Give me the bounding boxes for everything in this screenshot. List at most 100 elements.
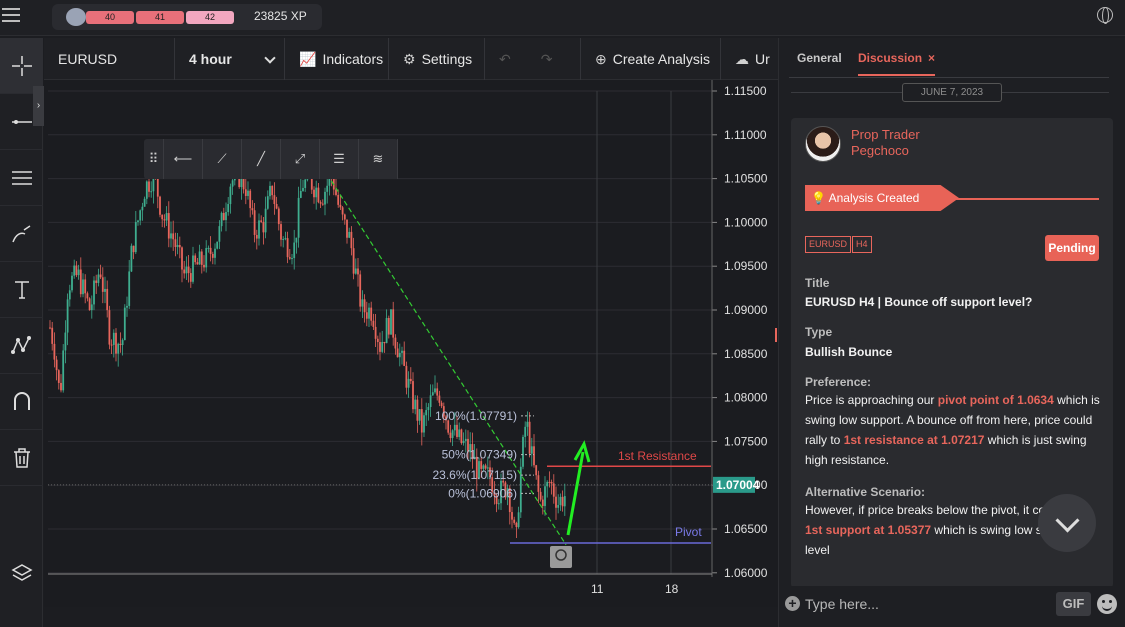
candle-body (557, 505, 560, 508)
symbol-selector[interactable]: EURUSD (44, 38, 175, 80)
candle-body (189, 273, 192, 282)
fib-extension-icon[interactable]: ≋ (359, 139, 398, 179)
indicators-icon: 📈 (299, 50, 317, 67)
title-value: EURUSD H4 | Bounce off support level? (805, 295, 1033, 309)
author-role: Prop Trader (851, 127, 920, 142)
symbol-tag: EURUSD (805, 236, 852, 253)
candle-body (335, 189, 337, 195)
channel-tool[interactable] (0, 150, 43, 206)
candle-body (60, 382, 62, 391)
emoji-icon[interactable] (1097, 594, 1117, 614)
layers-tool[interactable] (0, 546, 43, 602)
pattern-tool[interactable] (0, 318, 43, 374)
avatar[interactable] (805, 126, 841, 162)
message-input[interactable] (805, 594, 1045, 614)
globe-icon[interactable] (1097, 7, 1113, 24)
candle-body (222, 212, 225, 221)
create-analysis-button[interactable]: ⊕ Create Analysis (581, 38, 721, 80)
candle-body (429, 395, 432, 408)
fib-retracement-icon[interactable]: ☰ (320, 139, 359, 179)
candle-body (407, 378, 410, 388)
line-icon (11, 119, 32, 124)
floating-drawing-toolbar: ⠿ ⟵ ⟋ ╱ ⤢ ☰ ≋ (144, 139, 398, 179)
resistance-label: 1st Resistance (618, 449, 697, 463)
horizontal-ray-icon[interactable]: ⟵ (164, 139, 203, 179)
candle-body (77, 269, 80, 276)
candle-body (541, 499, 544, 507)
segment-icon[interactable]: ⟋ (203, 139, 242, 179)
candle-body (524, 426, 527, 437)
gif-button[interactable]: GIF (1056, 592, 1091, 616)
indicators-button[interactable]: 📈 Indicators (285, 38, 389, 80)
candle-body (249, 190, 252, 209)
candle-body (101, 277, 104, 292)
candle-body (159, 196, 161, 215)
candle-body (374, 326, 377, 339)
price-tick-label: 1.11000 (724, 128, 767, 142)
candle-body (359, 274, 362, 307)
price-tick-label: 1.08500 (724, 347, 768, 361)
candle-body (535, 465, 538, 476)
plus-circle-icon: ⊕ (595, 50, 607, 67)
upload-button[interactable]: ☁ Ur (721, 38, 778, 80)
candle-body (93, 280, 95, 305)
layers-icon (10, 564, 33, 581)
drag-handle-icon[interactable]: ⠿ (144, 139, 164, 179)
redo-icon[interactable]: ↷ (541, 51, 553, 68)
close-icon[interactable]: × (928, 51, 935, 65)
candle-body (73, 265, 76, 276)
price-tick-label: 1.09000 (724, 303, 768, 317)
channel-icon (11, 170, 32, 185)
candle-body (440, 402, 443, 407)
magnet-tool[interactable] (0, 374, 43, 430)
candle-body (497, 503, 500, 505)
candle-body (517, 512, 520, 528)
gear-icon: ⚙ (403, 50, 416, 67)
title-label: Title (805, 276, 830, 290)
text-tool[interactable] (0, 262, 43, 318)
candle-body (104, 288, 106, 292)
undo-icon[interactable]: ↶ (499, 51, 511, 68)
line-tool[interactable] (0, 94, 43, 150)
candle-body (361, 299, 364, 307)
candle-body (286, 238, 289, 258)
candle-body (456, 424, 458, 437)
candle-body (150, 191, 153, 193)
candle-body (317, 187, 320, 203)
timeframe-dropdown[interactable]: 4 hour (175, 38, 285, 80)
scroll-down-button[interactable] (1038, 494, 1096, 552)
candle-body (141, 206, 144, 211)
candle-body (244, 189, 247, 196)
candle-body (143, 198, 146, 207)
candle-body (436, 388, 439, 396)
tab-general[interactable]: General (797, 51, 842, 65)
magnet-icon (13, 391, 30, 410)
trendline-icon[interactable]: ╱ (242, 139, 281, 179)
plus-icon[interactable]: + (785, 596, 800, 611)
candle-body (559, 496, 562, 506)
settings-button[interactable]: ⚙ Settings (389, 38, 485, 80)
pivot-label: Pivot (675, 525, 702, 539)
delete-tool[interactable] (0, 430, 43, 486)
panel-tabs: General Discussion × (789, 38, 1109, 78)
candle-body (394, 337, 397, 349)
candle-body (284, 238, 287, 240)
fib-level-label: 100%(1.07791) (435, 409, 517, 423)
level-segment: 41 (136, 11, 184, 24)
price-tick-label: 1.09500 (724, 259, 768, 273)
menu-icon[interactable] (2, 8, 20, 24)
candle-body (414, 399, 417, 410)
candle-body (194, 255, 197, 263)
candle-body (260, 220, 263, 222)
candle-body (181, 247, 183, 270)
ray-icon[interactable]: ⤢ (281, 139, 320, 179)
candle-body (376, 338, 379, 343)
candle-body (341, 207, 344, 215)
tab-discussion[interactable]: Discussion × (858, 51, 936, 76)
xp-progress[interactable]: 40 41 42 23825 XP (52, 4, 322, 30)
candle-body (174, 239, 177, 248)
author-name[interactable]: Pegchoco (851, 143, 909, 158)
candle-body (427, 407, 430, 411)
brush-tool[interactable] (0, 206, 43, 262)
candle-body (273, 195, 276, 204)
